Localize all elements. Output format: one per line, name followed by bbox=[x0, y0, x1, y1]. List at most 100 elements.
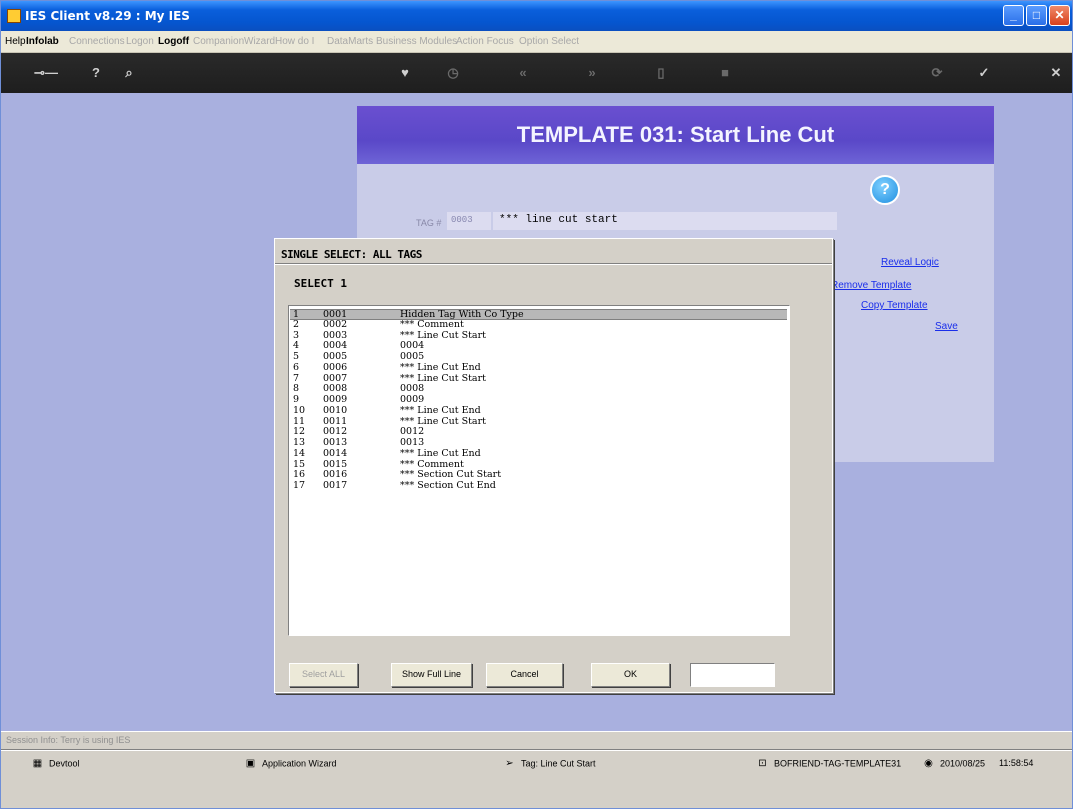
row-number: 10 bbox=[293, 404, 306, 416]
menu-connections[interactable]: Connections bbox=[69, 36, 125, 47]
clock-icon[interactable]: ◷ bbox=[445, 65, 461, 81]
select-count-label: SELECT 1 bbox=[294, 277, 347, 290]
devtool-item[interactable]: ▦ Devtool bbox=[31, 758, 80, 770]
document-icon[interactable]: ▯ bbox=[653, 65, 669, 81]
tag-icon: ➢ bbox=[505, 758, 514, 769]
row-description: *** Line Cut End bbox=[400, 447, 481, 459]
path-item[interactable]: ⊡ BOFRIEND-TAG-TEMPLATE31 bbox=[756, 758, 901, 770]
menu-wizard[interactable]: Wizard bbox=[244, 36, 275, 47]
list-item[interactable]: 4 0004 0004 bbox=[290, 341, 787, 352]
menu-option-select[interactable]: Option Select bbox=[519, 36, 579, 47]
row-description: *** Comment bbox=[400, 318, 464, 330]
cancel-button[interactable]: Cancel bbox=[486, 663, 563, 687]
list-item[interactable]: 8 0008 0008 bbox=[290, 384, 787, 395]
row-code: 0017 bbox=[323, 480, 348, 491]
menu-datamarts[interactable]: DataMarts bbox=[327, 36, 373, 47]
row-number: 9 bbox=[293, 394, 300, 405]
list-item[interactable]: 12 0012 0012 bbox=[290, 427, 787, 438]
menu-companion[interactable]: Companion bbox=[193, 36, 244, 47]
app-window: IES Client v8.29 : My IES _ □ ✕ Help Inf… bbox=[0, 0, 1073, 809]
tag-number-field[interactable]: 0003 bbox=[447, 212, 491, 230]
tag-item[interactable]: ➢ Tag: Line Cut Start bbox=[503, 758, 596, 770]
list-item[interactable]: 13 0013 0013 bbox=[290, 437, 787, 449]
list-item[interactable]: 17 0017 *** Section Cut End bbox=[290, 480, 787, 492]
dialog-title: SINGLE SELECT: ALL TAGS bbox=[281, 248, 422, 261]
reveal-logic-link[interactable]: Reveal Logic bbox=[881, 257, 939, 268]
datetime-item: ◉ 2010/08/25 11:58:54 bbox=[922, 758, 1033, 770]
menu-logoff[interactable]: Logoff bbox=[158, 36, 189, 47]
list-item[interactable]: 11 0011 *** Line Cut Start bbox=[290, 416, 787, 428]
save-link[interactable]: Save bbox=[935, 321, 958, 332]
help-circle-icon[interactable]: ? bbox=[870, 175, 900, 205]
app-icon bbox=[7, 9, 21, 23]
help-icon[interactable]: ? bbox=[88, 65, 104, 81]
wizard-icon: ▣ bbox=[245, 758, 256, 769]
application-wizard-label: Application Wizard bbox=[262, 758, 337, 769]
heart-icon[interactable]: ♥ bbox=[397, 65, 413, 81]
row-description: *** Section Cut End bbox=[400, 480, 496, 491]
ok-button[interactable]: OK bbox=[591, 663, 670, 687]
show-full-line-button[interactable]: Show Full Line bbox=[391, 663, 472, 687]
row-description: 0005 bbox=[400, 351, 425, 362]
close-icon[interactable]: ✕ bbox=[1048, 65, 1064, 81]
maximize-button[interactable]: □ bbox=[1026, 5, 1047, 26]
list-item[interactable]: 9 0009 0009 bbox=[290, 394, 787, 406]
list-item[interactable]: 14 0014 *** Line Cut End bbox=[290, 447, 787, 460]
list-item[interactable]: 15 0015 *** Comment bbox=[290, 459, 787, 471]
list-item[interactable]: 16 0016 *** Section Cut Start bbox=[290, 470, 787, 481]
window-title: IES Client v8.29 : My IES bbox=[25, 9, 190, 23]
row-number: 5 bbox=[293, 351, 300, 362]
menu-infolab[interactable]: Infolab bbox=[26, 36, 59, 47]
list-item[interactable]: 5 0005 0005 bbox=[290, 351, 787, 363]
row-number: 6 bbox=[293, 361, 300, 373]
list-item[interactable]: 3 0003 *** Line Cut Start bbox=[290, 330, 787, 342]
menu-logon[interactable]: Logon bbox=[126, 36, 154, 47]
check-icon[interactable]: ✓ bbox=[976, 65, 992, 81]
row-code: 0005 bbox=[323, 351, 348, 362]
row-number: 13 bbox=[293, 437, 306, 448]
tag-list[interactable]: 1 0001 Hidden Tag With Co Type 2 0002 *** Com… bbox=[288, 305, 790, 636]
row-description: 0009 bbox=[400, 394, 425, 405]
fast-forward-icon[interactable]: » bbox=[584, 65, 600, 81]
row-number: 2 bbox=[293, 318, 300, 330]
minimize-button[interactable]: _ bbox=[1003, 5, 1024, 26]
list-item[interactable]: 1 0001 Hidden Tag With Co Type bbox=[290, 309, 787, 320]
key-icon[interactable]: ⊸— bbox=[33, 65, 59, 81]
row-code: 0010 bbox=[323, 404, 348, 416]
list-item[interactable]: 6 0006 *** Line Cut End bbox=[290, 361, 787, 374]
row-code: 0014 bbox=[323, 447, 348, 459]
copy-template-link[interactable]: Copy Template bbox=[861, 300, 928, 311]
row-code: 0009 bbox=[323, 394, 348, 405]
dialog-divider bbox=[275, 263, 832, 265]
date-label: 2010/08/25 bbox=[940, 758, 986, 769]
search-icon[interactable]: ⌕ bbox=[121, 65, 137, 81]
tag-status-label: Tag: Line Cut Start bbox=[521, 758, 596, 769]
list-item[interactable]: 10 0010 *** Line Cut End bbox=[290, 404, 787, 417]
clock-status-icon: ◉ bbox=[924, 758, 933, 769]
list-item[interactable]: 7 0007 *** Line Cut Start bbox=[290, 373, 787, 385]
status-divider bbox=[1, 749, 1072, 751]
list-item[interactable]: 2 0002 *** Comment bbox=[290, 318, 787, 331]
select-all-button[interactable]: Select ALL bbox=[289, 663, 358, 687]
template-title: TEMPLATE 031: Start Line Cut bbox=[516, 122, 835, 147]
row-description: *** Line Cut End bbox=[400, 361, 481, 373]
menu-action-focus[interactable]: Action Focus bbox=[456, 36, 514, 47]
tag-description-field[interactable]: *** line cut start bbox=[493, 212, 837, 230]
devtool-label: Devtool bbox=[49, 758, 80, 769]
remove-template-link[interactable]: Remove Template bbox=[831, 280, 934, 291]
tag-label: TAG # bbox=[416, 218, 442, 228]
selection-input[interactable] bbox=[690, 663, 775, 687]
menu-business-modules[interactable]: Business Modules bbox=[376, 36, 457, 47]
template-header: TEMPLATE 031: Start Line Cut bbox=[357, 106, 994, 164]
menu-how-do-i[interactable]: How do I bbox=[275, 36, 314, 47]
row-code: 0013 bbox=[323, 437, 348, 448]
close-button[interactable]: ✕ bbox=[1049, 5, 1070, 26]
row-code: 0002 bbox=[323, 318, 348, 330]
devtool-icon: ▦ bbox=[32, 758, 43, 769]
rewind-icon[interactable]: « bbox=[515, 65, 531, 81]
refresh-icon[interactable]: ⟳ bbox=[929, 65, 945, 81]
menu-bar: Help Infolab Connections Logon Logoff Co… bbox=[1, 31, 1072, 53]
menu-help[interactable]: Help bbox=[5, 36, 26, 47]
application-wizard-item[interactable]: ▣ Application Wizard bbox=[244, 758, 337, 770]
stop-icon[interactable]: ■ bbox=[717, 65, 733, 81]
